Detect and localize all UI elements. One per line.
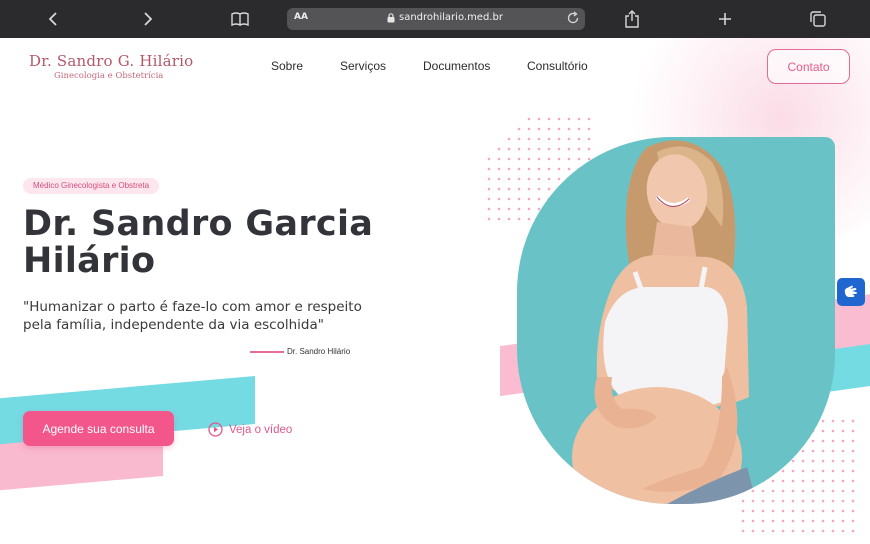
- schedule-appointment-button[interactable]: Agende sua consulta: [23, 411, 174, 446]
- share-button[interactable]: [620, 7, 644, 31]
- share-icon: [625, 10, 639, 28]
- address-bar[interactable]: AA sandrohilario.med.br: [287, 8, 585, 30]
- hero-photo: [517, 137, 835, 504]
- nav-link-consultorio[interactable]: Consultório: [527, 59, 588, 73]
- title-line-1: Dr. Sandro Garcia: [23, 204, 374, 244]
- tabs-button[interactable]: [806, 7, 830, 31]
- play-circle-icon: [208, 422, 223, 437]
- lock-icon: [387, 13, 395, 23]
- chevron-right-icon: [144, 12, 153, 26]
- web-page: Dr. Sandro G. Hilário Ginecologia e Obst…: [0, 38, 870, 544]
- url-text: sandrohilario.med.br: [399, 12, 503, 23]
- pregnant-woman-illustration: [572, 140, 757, 504]
- nav-link-sobre[interactable]: Sobre: [271, 59, 303, 73]
- title-line-2: Hilário: [23, 241, 156, 281]
- watch-video-label: Veja o vídeo: [229, 423, 293, 436]
- specialty-badge: Médico Ginecologista e Obstreta: [23, 178, 160, 194]
- nav-link-documentos[interactable]: Documentos: [423, 59, 490, 73]
- plus-icon: [719, 13, 731, 25]
- sign-language-icon: [844, 285, 857, 297]
- bookmarks-button[interactable]: [228, 7, 252, 31]
- forward-button[interactable]: [135, 7, 159, 31]
- logo-name[interactable]: Dr. Sandro G. Hilário: [29, 52, 193, 70]
- nav-link-servicos[interactable]: Serviços: [340, 59, 386, 73]
- book-icon: [231, 12, 249, 26]
- signature-divider: [250, 351, 284, 353]
- watch-video-link[interactable]: Veja o vídeo: [208, 422, 292, 437]
- quote-line-2: pela família, independente da via escolh…: [23, 317, 324, 333]
- logo-subtitle: Ginecologia e Obstetrícia: [54, 71, 164, 81]
- quote-signature: Dr. Sandro Hilário: [287, 347, 351, 356]
- quote-line-1: "Humanizar o parto é faze-lo com amor e …: [23, 299, 362, 315]
- reload-icon[interactable]: [566, 11, 580, 25]
- browser-toolbar: AA sandrohilario.med.br: [0, 0, 870, 38]
- tabs-icon: [810, 11, 826, 27]
- hero-quote: "Humanizar o parto é faze-lo com amor e …: [23, 298, 373, 334]
- contact-button[interactable]: Contato: [767, 49, 850, 84]
- accessibility-button[interactable]: [837, 278, 865, 306]
- reader-aa-button[interactable]: AA: [294, 12, 308, 22]
- back-button[interactable]: [42, 7, 66, 31]
- new-tab-button[interactable]: [713, 7, 737, 31]
- page-title: Dr. Sandro Garcia Hilário: [23, 206, 423, 280]
- chevron-left-icon: [48, 12, 57, 26]
